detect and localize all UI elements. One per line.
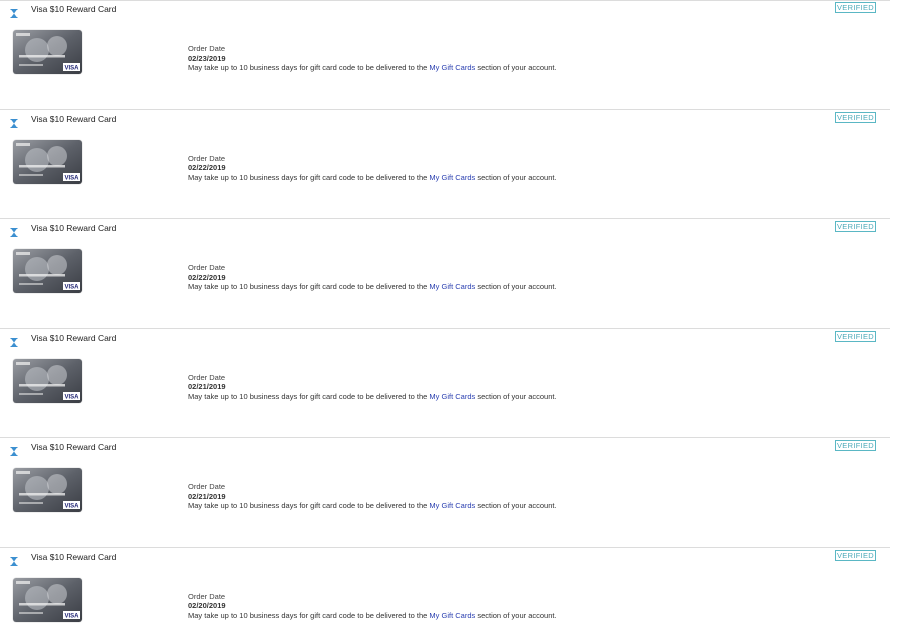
delivery-note-text-end: section of your account.	[475, 610, 557, 620]
my-gift-cards-link[interactable]: My Gift Cards	[429, 173, 475, 182]
hourglass-icon	[10, 334, 18, 347]
svg-text:VISA: VISA	[64, 285, 79, 291]
delivery-note: May take up to 10 business days for gift…	[188, 392, 557, 402]
gift-card-image: VISA	[13, 358, 82, 403]
gift-card-image: VISA	[13, 249, 82, 293]
order-info: Order Date 02/21/2019 May take up to 10 …	[188, 373, 557, 402]
order-date-label: Order Date	[188, 482, 226, 491]
order-row: Visa $10 Reward Card VERIFIED VISA Order…	[0, 0, 890, 110]
order-date-value: 02/22/2019	[188, 163, 226, 172]
delivery-note-text-end: section of your account.	[475, 391, 557, 401]
order-date-value: 02/20/2019	[188, 601, 226, 610]
delivery-note-text-end: section of your account.	[475, 501, 557, 510]
order-date-value: 02/21/2019	[188, 382, 226, 391]
my-gift-cards-link[interactable]: My Gift Cards	[429, 611, 475, 620]
status-badge: VERIFIED	[835, 440, 876, 451]
gift-card-image: VISA	[13, 30, 82, 74]
order-date-value: 02/21/2019	[188, 491, 226, 501]
gift-card-image: VISA	[13, 468, 82, 512]
order-row: Visa $10 Reward Card VERIFIED VISA Order…	[0, 548, 890, 640]
delivery-note-text: May take up to 10 business days for gift…	[188, 63, 430, 72]
hourglass-icon	[10, 443, 18, 456]
delivery-note-text-end: section of your account.	[475, 172, 557, 182]
my-gift-cards-link[interactable]: My Gift Cards	[429, 63, 475, 72]
my-gift-cards-link[interactable]: My Gift Cards	[429, 392, 475, 401]
delivery-note-text: May take up to 10 business days for gift…	[188, 501, 430, 510]
card-title: Visa $10 Reward Card	[31, 332, 117, 343]
delivery-note-text: May take up to 10 business days for gift…	[188, 610, 430, 620]
status-badge: VERIFIED	[835, 330, 876, 342]
order-row: Visa $10 Reward Card VERIFIED VISA Order…	[0, 438, 890, 548]
card-title: Visa $10 Reward Card	[31, 223, 117, 233]
order-list: Visa $10 Reward Card VERIFIED VISA Order…	[0, 0, 910, 640]
status-badge: VERIFIED	[835, 111, 876, 123]
gift-card-image: VISA	[13, 577, 82, 622]
delivery-note: May take up to 10 business days for gift…	[188, 282, 557, 292]
order-row: Visa $10 Reward Card VERIFIED VISA Order…	[0, 219, 890, 329]
order-date-label: Order Date	[188, 591, 226, 601]
order-info: Order Date 02/22/2019 May take up to 10 …	[188, 154, 557, 183]
card-title: Visa $10 Reward Card	[31, 4, 117, 14]
order-date-value: 02/22/2019	[188, 272, 226, 282]
order-info: Order Date 02/21/2019 May take up to 10 …	[188, 482, 557, 511]
svg-text:VISA: VISA	[64, 613, 79, 619]
svg-text:VISA: VISA	[64, 175, 79, 181]
order-row: Visa $10 Reward Card VERIFIED VISA Order…	[0, 110, 890, 219]
card-title: Visa $10 Reward Card	[31, 113, 117, 124]
svg-text:VISA: VISA	[64, 394, 79, 400]
delivery-note-text-end: section of your account.	[475, 63, 557, 72]
status-badge: VERIFIED	[835, 221, 876, 232]
order-date-label: Order Date	[188, 263, 226, 272]
status-badge: VERIFIED	[835, 2, 876, 13]
order-date-label: Order Date	[188, 372, 226, 382]
order-date-label: Order Date	[188, 44, 226, 53]
status-badge: VERIFIED	[835, 549, 876, 561]
card-title: Visa $10 Reward Card	[31, 442, 117, 452]
hourglass-icon	[10, 553, 18, 566]
order-info: Order Date 02/20/2019 May take up to 10 …	[188, 592, 557, 621]
delivery-note-text: May take up to 10 business days for gift…	[188, 282, 430, 291]
delivery-note-text: May take up to 10 business days for gift…	[188, 172, 430, 182]
svg-text:VISA: VISA	[64, 504, 79, 510]
card-title: Visa $10 Reward Card	[31, 551, 117, 562]
delivery-note: May take up to 10 business days for gift…	[188, 611, 557, 621]
order-date-label: Order Date	[188, 153, 226, 163]
gift-card-image: VISA	[13, 139, 82, 184]
delivery-note: May take up to 10 business days for gift…	[188, 173, 557, 183]
delivery-note: May take up to 10 business days for gift…	[188, 63, 557, 73]
delivery-note-text: May take up to 10 business days for gift…	[188, 391, 430, 401]
order-info: Order Date 02/22/2019 May take up to 10 …	[188, 263, 557, 292]
hourglass-icon	[10, 224, 18, 237]
delivery-note: May take up to 10 business days for gift…	[188, 501, 557, 511]
order-date-value: 02/23/2019	[188, 53, 226, 63]
order-info: Order Date 02/23/2019 May take up to 10 …	[188, 44, 557, 73]
order-row: Visa $10 Reward Card VERIFIED VISA Order…	[0, 329, 890, 438]
hourglass-icon	[10, 115, 18, 128]
my-gift-cards-link[interactable]: My Gift Cards	[429, 282, 475, 291]
hourglass-icon	[10, 5, 18, 18]
svg-text:VISA: VISA	[64, 66, 79, 72]
my-gift-cards-link[interactable]: My Gift Cards	[429, 501, 475, 510]
delivery-note-text-end: section of your account.	[475, 282, 557, 291]
